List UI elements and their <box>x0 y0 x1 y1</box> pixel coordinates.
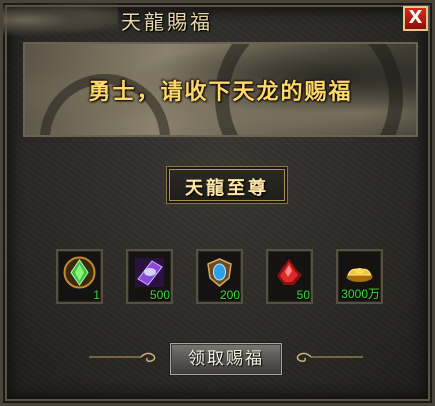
left-ornament-icon <box>89 352 156 362</box>
rank-label: 天龍至尊 <box>185 178 269 199</box>
reward-quantity: 3000万 <box>341 287 380 301</box>
close-button[interactable]: X <box>403 6 428 31</box>
rank-badge: 天龍至尊 <box>166 166 288 204</box>
blue-shield-gem-icon <box>207 258 232 287</box>
purple-crystal-icon <box>135 258 164 287</box>
reward-quantity: 500 <box>149 288 170 302</box>
window-title: 天龍賜福 <box>121 10 213 34</box>
dragon-ornament-icon <box>3 3 118 37</box>
reward-slot-1[interactable]: 1 <box>56 249 103 304</box>
reward-slot-5[interactable]: 3000万 <box>336 249 383 304</box>
blessing-dialog: 天龍賜福 X 勇士，请收下天龙的赐福 天龍至尊 1 500 200 50 300… <box>0 0 435 406</box>
banner-image: 勇士，请收下天龙的赐福 <box>23 42 418 137</box>
title-bar[interactable]: 天龍賜福 X <box>3 3 432 37</box>
right-ornament-icon <box>296 352 363 362</box>
reward-quantity: 200 <box>219 288 240 302</box>
reward-slot-3[interactable]: 200 <box>196 249 243 304</box>
reward-slot-4[interactable]: 50 <box>266 249 313 304</box>
banner-greeting: 勇士，请收下天龙的赐福 <box>88 79 353 105</box>
reward-slot-2[interactable]: 500 <box>126 249 173 304</box>
red-crystal-icon <box>277 259 302 285</box>
claim-blessing-button[interactable]: 领取赐福 <box>169 342 283 376</box>
reward-quantity: 1 <box>93 288 100 302</box>
green-gem-icon <box>63 256 96 289</box>
reward-quantity: 50 <box>296 288 310 302</box>
